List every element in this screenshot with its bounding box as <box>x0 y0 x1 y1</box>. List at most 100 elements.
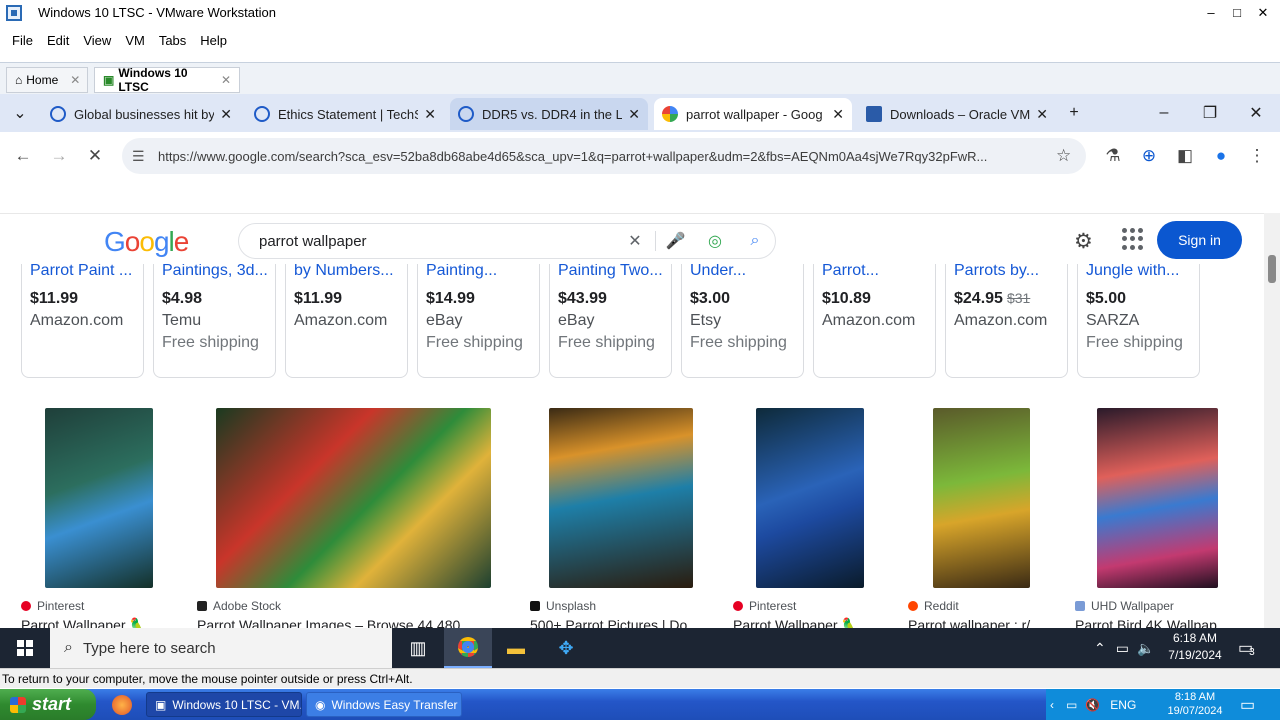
clear-icon[interactable]: ✕ <box>615 231 655 251</box>
bookmark-star-icon[interactable]: ☆ <box>1056 146 1086 166</box>
xp-clock[interactable]: 8:18 AM 19/07/2024 <box>1160 690 1230 718</box>
labs-flask-icon[interactable]: ⚗ <box>1101 144 1125 168</box>
action-center-icon[interactable]: ▭ 3 <box>1238 628 1255 668</box>
task-view-icon[interactable]: ▥ <box>394 628 442 668</box>
search-input[interactable]: parrot wallpaper <box>259 233 615 250</box>
parrot-image[interactable] <box>45 408 153 588</box>
menu-edit[interactable]: Edit <box>47 33 69 48</box>
parrot-image[interactable] <box>549 408 693 588</box>
shopping-title[interactable]: Parrot Paint ... <box>30 262 135 286</box>
shopping-title[interactable]: Parrot... <box>822 262 927 286</box>
close-icon[interactable]: ✕ <box>70 73 80 87</box>
shopping-title[interactable]: Parrots by... <box>954 262 1059 286</box>
profile-icon[interactable]: ● <box>1209 144 1233 168</box>
chrome-tab[interactable]: DDR5 vs. DDR4 in the L ✕ <box>450 98 648 130</box>
image-source[interactable]: UHD Wallpaper <box>1075 599 1174 613</box>
image-result[interactable]: Reddit Parrot wallpaper : r/... <box>908 408 1054 628</box>
shopping-card[interactable]: Parrot... $10.89 Amazon.com <box>813 254 936 378</box>
shopping-card[interactable]: Jungle with... $5.00 SARZA Free shipping <box>1077 254 1200 378</box>
search-box[interactable]: parrot wallpaper ✕ 🎤 ◎ ⌕ <box>238 223 776 259</box>
scrollbar-thumb[interactable] <box>1268 255 1276 283</box>
forward-icon[interactable]: → <box>47 144 71 168</box>
search-icon[interactable]: ⌕ <box>735 232 775 250</box>
download-icon[interactable]: ⊕ <box>1137 144 1161 168</box>
close-icon[interactable]: ✕ <box>1036 106 1048 123</box>
image-source[interactable]: Pinterest <box>21 599 84 613</box>
image-source[interactable]: Adobe Stock <box>197 599 281 613</box>
chevron-left-icon[interactable]: ‹ <box>1050 698 1054 712</box>
windows-start-icon[interactable] <box>0 628 50 668</box>
restore-icon[interactable]: ❐ <box>1190 94 1230 132</box>
minimize-icon[interactable]: – <box>1198 5 1224 20</box>
image-result[interactable]: Pinterest Parrot Wallpaper 🦜 <box>21 408 176 628</box>
notification-icon[interactable]: ▭ <box>1240 695 1255 715</box>
close-icon[interactable]: ✕ <box>1236 94 1276 132</box>
vm-app-icon[interactable]: ✥ <box>542 628 590 668</box>
maximize-icon[interactable]: □ <box>1224 5 1250 20</box>
google-apps-icon[interactable] <box>1122 228 1144 250</box>
shopping-title[interactable]: by Numbers... <box>294 262 399 286</box>
shopping-title[interactable]: Painting... <box>426 262 531 286</box>
settings-gear-icon[interactable]: ⚙ <box>1074 229 1093 254</box>
shopping-card[interactable]: Paintings, 3d... $4.98 Temu Free shippin… <box>153 254 276 378</box>
minimize-icon[interactable]: – <box>1144 94 1184 132</box>
close-icon[interactable]: ✕ <box>1250 5 1276 21</box>
taskbar-search-box[interactable]: ⌕ Type here to search <box>50 628 392 668</box>
shopping-card[interactable]: Parrots by... $24.95 $31 Amazon.com <box>945 254 1068 378</box>
file-explorer-icon[interactable]: ▬ <box>492 628 540 668</box>
google-logo[interactable]: Google <box>104 226 189 258</box>
tab-search-icon[interactable]: ⌄ <box>0 94 40 132</box>
firefox-icon[interactable] <box>112 695 132 715</box>
close-icon[interactable]: ✕ <box>424 106 436 123</box>
shopping-card[interactable]: Parrot Paint ... $11.99 Amazon.com <box>21 254 144 378</box>
volume-icon[interactable]: 🔈 <box>1137 640 1154 657</box>
image-result[interactable]: Unsplash 500+ Parrot Pictures | Do... <box>530 408 712 628</box>
image-result[interactable]: Pinterest Parrot Wallpaper 🦜 <box>733 408 887 628</box>
menu-file[interactable]: File <box>12 33 33 48</box>
chevron-up-icon[interactable]: ⌃ <box>1094 640 1106 657</box>
chrome-tab-active[interactable]: parrot wallpaper - Goog ✕ <box>654 98 852 130</box>
chrome-tab[interactable]: Ethics Statement | TechS ✕ <box>246 98 444 130</box>
network-icon[interactable]: ▭ <box>1066 698 1077 712</box>
close-icon[interactable]: ✕ <box>628 106 640 123</box>
stop-loading-icon[interactable]: ✕ <box>83 144 107 168</box>
taskbar-clock[interactable]: 6:18 AM 7/19/2024 <box>1160 630 1230 664</box>
image-caption[interactable]: Parrot Wallpaper Images – Browse 44,480 … <box>197 617 487 628</box>
close-icon[interactable]: ✕ <box>220 106 232 123</box>
image-source[interactable]: Unsplash <box>530 599 596 613</box>
vm-tab-windows10[interactable]: ▣ Windows 10 LTSC ✕ <box>94 66 240 94</box>
image-caption[interactable]: Parrot Wallpaper 🦜 <box>733 617 883 628</box>
chrome-taskbar-icon[interactable] <box>444 628 492 668</box>
shopping-card[interactable]: by Numbers... $11.99 Amazon.com <box>285 254 408 378</box>
site-info-icon[interactable]: ☰ <box>132 148 152 165</box>
parrot-image[interactable] <box>1097 408 1218 588</box>
parrot-image[interactable] <box>933 408 1030 588</box>
chrome-tab[interactable]: Global businesses hit by ✕ <box>42 98 240 130</box>
new-tab-icon[interactable]: + <box>1054 94 1094 132</box>
vm-tab-home[interactable]: ⌂ Home ✕ <box>6 67 88 93</box>
shopping-title[interactable]: Under... <box>690 262 795 286</box>
menu-vm[interactable]: VM <box>125 33 145 48</box>
side-panel-icon[interactable]: ◧ <box>1173 144 1197 168</box>
menu-more-icon[interactable]: ⋮ <box>1245 144 1269 168</box>
image-caption[interactable]: Parrot Bird 4K Wallpap... <box>1075 617 1235 628</box>
image-caption[interactable]: Parrot wallpaper : r/... <box>908 617 1050 628</box>
image-caption[interactable]: Parrot Wallpaper 🦜 <box>21 617 171 628</box>
page-scrollbar[interactable] <box>1264 213 1280 628</box>
menu-view[interactable]: View <box>83 33 111 48</box>
language-indicator[interactable]: ENG <box>1110 698 1136 712</box>
shopping-title[interactable]: Paintings, 3d... <box>162 262 267 286</box>
url-text[interactable]: https://www.google.com/search?sca_esv=52… <box>158 149 1056 164</box>
parrot-image[interactable] <box>756 408 864 588</box>
shopping-title[interactable]: Jungle with... <box>1086 262 1191 286</box>
parrot-image[interactable] <box>216 408 491 588</box>
menu-tabs[interactable]: Tabs <box>159 33 186 48</box>
close-icon[interactable]: ✕ <box>832 106 844 123</box>
image-caption[interactable]: 500+ Parrot Pictures | Do... <box>530 617 705 628</box>
shopping-card[interactable]: Under... $3.00 Etsy Free shipping <box>681 254 804 378</box>
image-source[interactable]: Reddit <box>908 599 959 613</box>
xp-start-button[interactable]: start <box>0 689 96 720</box>
volume-muted-icon[interactable]: 🔇 <box>1085 698 1100 712</box>
voice-search-icon[interactable]: 🎤 <box>655 231 695 251</box>
sign-in-button[interactable]: Sign in <box>1157 221 1242 259</box>
